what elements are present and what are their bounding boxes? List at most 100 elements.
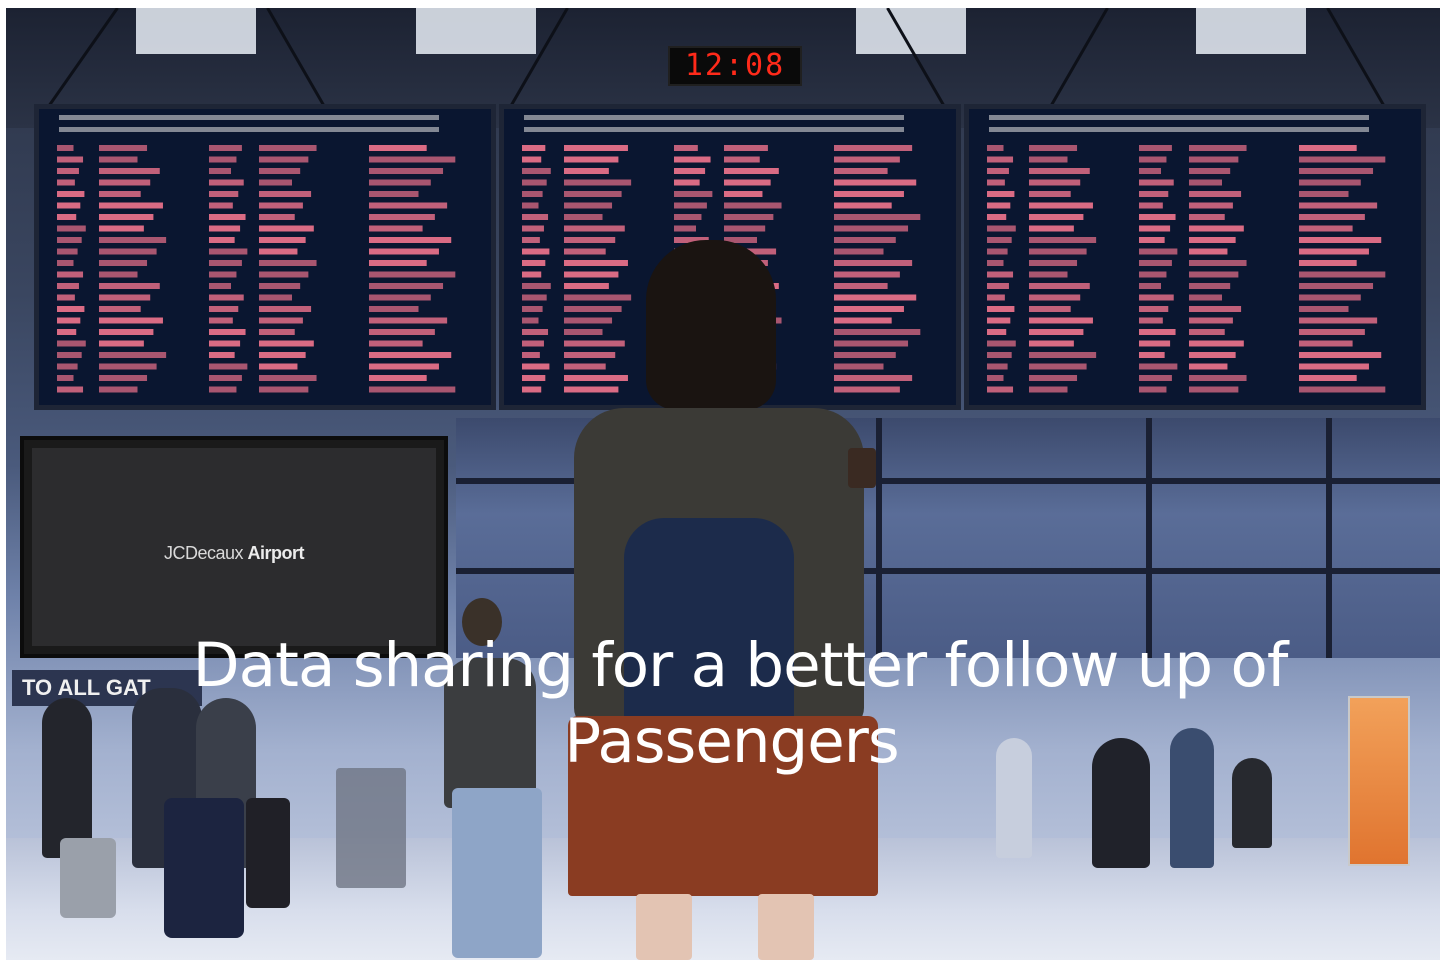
board-row-segment: [1299, 179, 1361, 186]
board-header-line: [989, 127, 1369, 132]
board-row-segment: [259, 340, 314, 347]
board-row-segment: [564, 168, 609, 174]
board-row-segment: [987, 363, 1008, 370]
board-row-segment: [99, 340, 144, 347]
board-row-segment: [834, 317, 892, 324]
board-row-segment: [209, 225, 241, 232]
board-row-segment: [57, 340, 86, 347]
board-row-segment: [57, 214, 77, 220]
jcdecaux-logo: JCDecaux Airport: [163, 543, 305, 563]
board-row-segment: [259, 283, 301, 289]
board-row-segment: [564, 317, 613, 324]
board-row-segment: [1029, 214, 1084, 220]
caption-overlay: Data sharing for a better follow up of P…: [90, 628, 1390, 780]
board-row-segment: [834, 386, 900, 393]
board-header-line: [989, 115, 1369, 120]
board-row-segment: [1139, 340, 1171, 347]
board-row-segment: [987, 237, 1012, 243]
board-row-segment: [987, 248, 1008, 255]
board-row-segment: [1029, 363, 1087, 370]
board-row-segment: [369, 179, 431, 186]
board-row-segment: [1299, 386, 1386, 393]
board-row-segment: [724, 156, 760, 163]
traveller-jeans: [452, 788, 542, 958]
board-row-segment: [1139, 214, 1176, 220]
board-row-segment: [674, 179, 700, 186]
board-row-segment: [564, 271, 619, 278]
board-row-segment: [987, 260, 1004, 266]
board-row-segment: [99, 271, 138, 278]
board-row-segment: [1029, 386, 1068, 393]
board-row-segment: [1189, 283, 1231, 289]
board-row-segment: [259, 352, 306, 358]
board-row-segment: [522, 156, 542, 163]
skylight: [416, 8, 536, 54]
board-row-segment: [1029, 237, 1097, 243]
board-row-segment: [724, 214, 774, 220]
board-row-segment: [1189, 317, 1233, 324]
board-row-segment: [369, 248, 439, 255]
board-row-segment: [1299, 317, 1378, 324]
board-row-segment: [987, 214, 1007, 220]
board-row-segment: [987, 340, 1016, 347]
board-row-segment: [99, 168, 160, 174]
board-row-segment: [1299, 225, 1353, 232]
board-row-segment: [674, 214, 702, 220]
board-row-segment: [57, 191, 85, 197]
board-row-segment: [674, 156, 711, 163]
board-row-segment: [564, 202, 613, 209]
board-row-segment: [564, 386, 619, 393]
board-row-segment: [1189, 260, 1247, 266]
board-row-segment: [564, 248, 606, 255]
board-row-segment: [369, 386, 456, 393]
board-row-segment: [1139, 225, 1171, 232]
board-header-line: [59, 115, 439, 120]
board-row-segment: [1029, 156, 1068, 163]
board-row-segment: [369, 294, 431, 301]
board-row-segment: [99, 225, 144, 232]
board-row-segment: [259, 179, 292, 186]
board-row-segment: [522, 225, 544, 232]
board-row-segment: [209, 179, 244, 186]
board-row-segment: [834, 375, 913, 381]
board-row-segment: [674, 191, 713, 197]
board-row-segment: [987, 294, 1005, 301]
departure-board-left: [34, 104, 496, 410]
board-row-segment: [724, 191, 763, 197]
board-row-segment: [259, 363, 298, 370]
board-row-segment: [834, 340, 909, 347]
board-row-segment: [369, 191, 419, 197]
board-row-segment: [1299, 294, 1361, 301]
board-row-segment: [99, 375, 148, 381]
board-row-segment: [522, 306, 543, 312]
board-row-segment: [99, 260, 148, 266]
board-row-segment: [1299, 329, 1365, 335]
board-row-segment: [209, 306, 239, 312]
board-row-segment: [1139, 248, 1178, 255]
board-header-line: [59, 127, 439, 132]
board-row-segment: [57, 329, 77, 335]
caption-line-1: Data sharing for a better follow up of: [192, 630, 1289, 701]
board-row-segment: [369, 271, 456, 278]
board-row-segment: [369, 340, 423, 347]
board-row-segment: [1189, 352, 1236, 358]
board-row-segment: [522, 214, 549, 220]
board-row-segment: [57, 202, 81, 209]
board-row-segment: [259, 237, 306, 243]
board-row-segment: [1029, 225, 1074, 232]
board-row-segment: [1139, 260, 1172, 266]
board-row-segment: [1299, 352, 1382, 358]
board-row-segment: [209, 363, 248, 370]
board-row-segment: [99, 202, 163, 209]
board-row-segment: [1189, 237, 1236, 243]
board-row-segment: [99, 363, 157, 370]
board-row-segment: [1299, 260, 1357, 266]
woman-leg: [636, 894, 692, 960]
board-row-segment: [1139, 145, 1172, 151]
board-row-segment: [1029, 329, 1084, 335]
board-row-segment: [259, 375, 317, 381]
board-row-segment: [564, 352, 616, 358]
board-row-segment: [1139, 363, 1178, 370]
board-row-segment: [369, 202, 448, 209]
board-row-segment: [564, 283, 609, 289]
